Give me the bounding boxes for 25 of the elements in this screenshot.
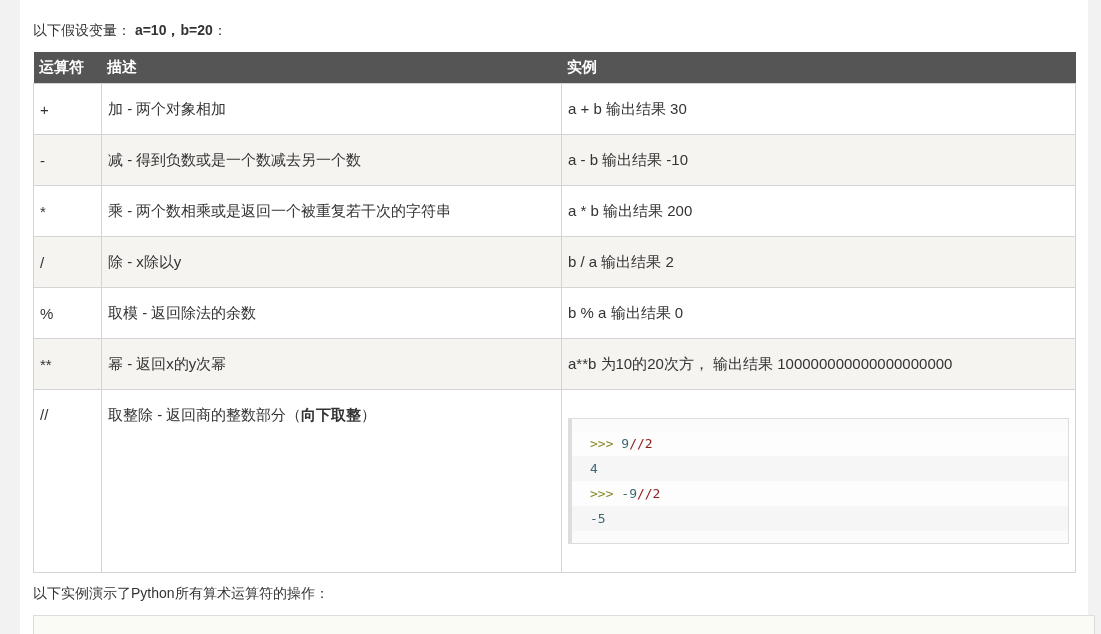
table-cell: a**b 为10的20次方， 输出结果 100000000000000000000 xyxy=(561,338,1076,390)
paragraph-text: 以下实例演示了Python所有算术运算符的操作： xyxy=(33,584,330,603)
table-cell: 加 - 两个对象相加 xyxy=(101,83,562,135)
table-cell: // xyxy=(33,389,102,573)
table-cell: 取模 - 返回除法的余数 xyxy=(101,287,562,339)
table-cell: a * b 输出结果 200 xyxy=(561,185,1076,237)
table-cell: + xyxy=(33,83,102,135)
table-cell: 减 - 得到负数或是一个数减去另一个数 xyxy=(101,134,562,186)
intro-text: 以下假设变量： a=10，b=20： xyxy=(33,21,228,40)
table-cell: % xyxy=(33,287,102,339)
table-cell: a + b 输出结果 30 xyxy=(561,83,1076,135)
table-cell: - xyxy=(33,134,102,186)
table-cell: 幂 - 返回x的y次幂 xyxy=(101,338,562,390)
column-header: 实例 xyxy=(561,52,1076,84)
column-header: 运算符 xyxy=(33,52,102,84)
table-cell: b % a 输出结果 0 xyxy=(561,287,1076,339)
table-cell: 除 - x除以y xyxy=(101,236,562,288)
table-cell: 乘 - 两个数相乘或是返回一个被重复若干次的字符串 xyxy=(101,185,562,237)
table-cell: * xyxy=(33,185,102,237)
column-header: 描述 xyxy=(101,52,562,84)
table-cell: b / a 输出结果 2 xyxy=(561,236,1076,288)
table-cell: a - b 输出结果 -10 xyxy=(561,134,1076,186)
table-cell: 取整除 - 返回商的整数部分（向下取整） xyxy=(101,389,562,573)
table-cell: ** xyxy=(33,338,102,390)
table-cell: / xyxy=(33,236,102,288)
